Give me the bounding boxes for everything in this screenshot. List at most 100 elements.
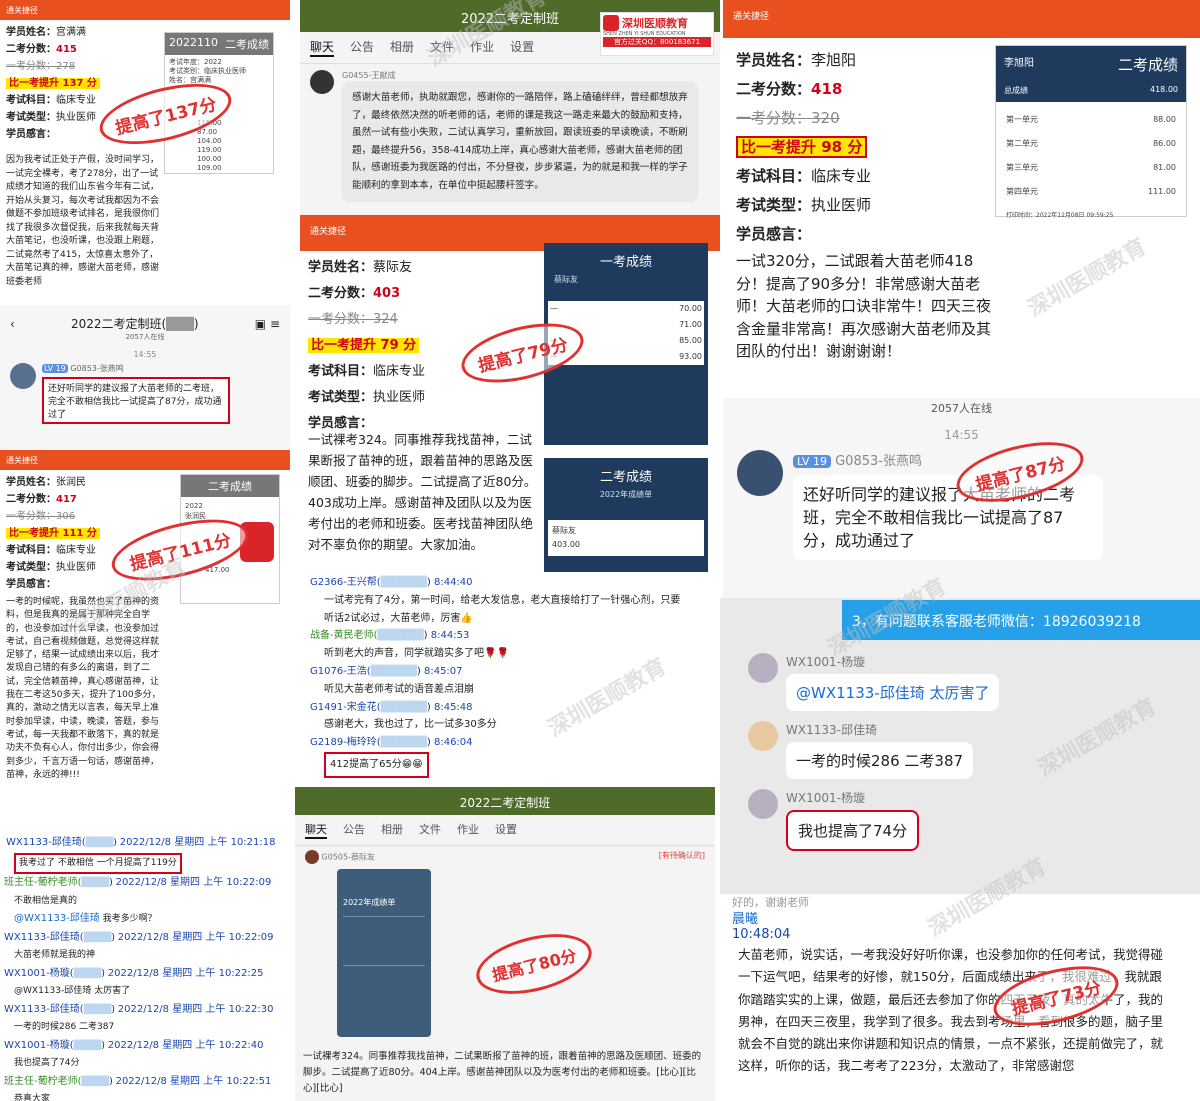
user-avatar bbox=[310, 70, 334, 94]
sender: G2366-王兴帮( bbox=[310, 577, 381, 588]
panel-chat-log-2: G2366-王兴帮(██████) 8:44:40 一试考完有了4分，第一时间，… bbox=[300, 572, 715, 784]
improvement-badge: 比一考提升 98 分 bbox=[736, 136, 868, 158]
exam-type: 执业医师 bbox=[373, 390, 426, 405]
score-phone-screenshot: 2022年成绩单 bbox=[337, 869, 431, 1037]
card-score: 119.00 bbox=[197, 146, 222, 154]
student-name: 宫满满 bbox=[56, 27, 86, 38]
chat-message: 还好听同学的建议报了大苗老师的二考班，完全不敢相信我比一试提高了87分，成功通过… bbox=[793, 475, 1103, 560]
tab-notice[interactable]: 公告 bbox=[350, 38, 374, 57]
card-total: 403.00 bbox=[552, 540, 580, 549]
exam-type: 执业医师 bbox=[56, 562, 96, 573]
message: 感谢老大，我也过了，比一试多30多分 bbox=[324, 719, 497, 731]
panel-group-chat-2: 2022二考定制班 聊天 公告 相册 文件 作业 设置 G0505-蔡际友 [有… bbox=[295, 787, 715, 1101]
second-score: 403 bbox=[373, 286, 401, 301]
card-score: 71.00 bbox=[679, 320, 702, 329]
panel-student-1: 通关捷径 学员姓名：宫满满 二考分数：415 一考分数：278 比一考提升 13… bbox=[0, 0, 290, 305]
message: 412提高了65分😁😁 bbox=[324, 751, 429, 778]
logo-text: 深圳医顺教育 bbox=[622, 17, 688, 30]
timestamp: 2022/12/8 星期四 上午 10:21:18 bbox=[119, 837, 276, 848]
first-score-label: 一考分数： bbox=[6, 511, 56, 522]
exam-type: 执业医师 bbox=[56, 112, 96, 123]
level-badge: LV 19 bbox=[42, 364, 68, 373]
tab-homework[interactable]: 作业 bbox=[457, 821, 479, 839]
total-score: 418.00 bbox=[1150, 85, 1178, 94]
sender: 班主任-葡柠老师( bbox=[4, 877, 82, 888]
chat-message: 还好听同学的建议报了大苗老师的二考班，完全不敢相信我比一试提高了87分，成功通过… bbox=[42, 377, 230, 424]
sender: WX1133-邱佳琦( bbox=[6, 837, 86, 848]
message: 恭喜大家 bbox=[14, 1094, 51, 1101]
tab-notice[interactable]: 公告 bbox=[343, 821, 365, 839]
pending-tag: [有待确认的] bbox=[658, 851, 705, 860]
sender: 班主任-葡柠老师( bbox=[4, 1075, 82, 1087]
card-id: 2022110 bbox=[169, 36, 218, 49]
mention: @WX1133-邱佳琦 bbox=[14, 913, 100, 924]
panel-header: 通关捷径 bbox=[723, 0, 1200, 38]
logo-qq: 官方过关QQ：800183671 bbox=[603, 37, 711, 47]
timestamp: 8:46:04 bbox=[433, 737, 473, 749]
tab-chat[interactable]: 聊天 bbox=[305, 821, 327, 839]
name-label: 学员姓名： bbox=[308, 260, 374, 275]
second-score-label: 二考分数： bbox=[736, 80, 812, 98]
second-score-card: 二考成绩 2022年成绩单 蔡际友 403.00 bbox=[544, 458, 708, 575]
user-name: G0455-王献成 bbox=[342, 71, 396, 80]
subject: 临床专业 bbox=[56, 545, 96, 556]
panel-header: 通关捷径 bbox=[0, 450, 290, 470]
user-avatar bbox=[748, 721, 778, 751]
tab-album[interactable]: 相册 bbox=[390, 38, 414, 57]
tab-files[interactable]: 文件 bbox=[430, 38, 454, 57]
message: 听到老大的声音，同学就踏实多了吧🌹🌹 bbox=[324, 648, 509, 660]
contact-banner: 3，有问题联系客服老师微信：18926039218 bbox=[842, 600, 1200, 640]
chat-time: 14:55 bbox=[944, 428, 979, 442]
print-date: 打印时间：2022年12月08日 09:59:25 bbox=[1006, 212, 1114, 219]
timestamp: 2022/12/8 星期四 上午 10:22:30 bbox=[117, 1003, 274, 1015]
bag-icon[interactable]: ▣ bbox=[255, 317, 266, 331]
chat-message: @WX1133-邱佳琦 太厉害了 bbox=[786, 674, 1000, 711]
score-card: 李旭阳 二考成绩 总成绩 418.00 第一单元 88.00 第二单元 86.00 第三… bbox=[995, 45, 1187, 219]
timestamp: 8:45:48 bbox=[433, 701, 473, 713]
timestamp: 2022/12/8 星期四 上午 10:22:25 bbox=[107, 967, 264, 979]
unit-score: 81.00 bbox=[1153, 163, 1176, 172]
first-score: 324 bbox=[373, 312, 398, 327]
card-score: 70.00 bbox=[679, 304, 702, 313]
second-score-label: 二考分数： bbox=[6, 44, 56, 55]
timestamp: 2022/12/8 星期四 上午 10:22:09 bbox=[115, 877, 272, 888]
tab-chat[interactable]: 聊天 bbox=[310, 38, 335, 57]
menu-icon[interactable]: ≡ bbox=[270, 317, 280, 331]
improvement-badge: 比一考提升 79 分 bbox=[308, 338, 420, 353]
subject: 临床专业 bbox=[373, 364, 426, 379]
sender: G1491-宋金花( bbox=[310, 701, 381, 713]
panel-student-6: 通关捷径 学员姓名：张润民 二考分数：417 一考分数：306 比一考提升 11… bbox=[0, 450, 290, 815]
sender: G2189-梅玲玲( bbox=[310, 737, 381, 749]
tab-files[interactable]: 文件 bbox=[419, 821, 441, 839]
user-name: 晨曦 bbox=[732, 912, 759, 927]
user-avatar bbox=[737, 450, 783, 496]
back-icon[interactable]: ‹ bbox=[10, 317, 15, 331]
group-title: 2022二考定制班( bbox=[70, 317, 167, 331]
testimonial: 因为我考试正处于产假，没时间学习，一试完全裸考，考了278分，出了一试成绩才知道… bbox=[6, 155, 160, 287]
tab-album[interactable]: 相册 bbox=[381, 821, 403, 839]
tab-settings[interactable]: 设置 bbox=[495, 821, 517, 839]
type-label: 考试类型： bbox=[6, 562, 56, 573]
unit-score: 88.00 bbox=[1153, 115, 1176, 124]
panel-chat-small: ‹ 2022二考定制班(███) ▣ ≡ 2057人在线 14:55 LV 19… bbox=[0, 305, 290, 450]
message: 我考多少啊？ bbox=[102, 914, 157, 924]
first-score: 320 bbox=[811, 109, 840, 127]
card-title: 一考成绩 bbox=[599, 255, 652, 270]
testimonial: 一考的时候呢，我虽然也买了苗神的资料，但是我真的是属于那种完全自学的，也没参加过… bbox=[6, 597, 161, 780]
online-count: 2057人在线 bbox=[125, 333, 165, 341]
chat-message: 一考的时候286 二考387 bbox=[786, 742, 974, 779]
panel-chat-3: 3，有问题联系客服老师微信：18926039218 WX1001-杨璇 @WX1… bbox=[720, 598, 1200, 894]
user-name: G0505-蔡际友 bbox=[321, 852, 375, 862]
tab-settings[interactable]: 设置 bbox=[510, 38, 534, 57]
user-name: WX1001-杨璇 bbox=[786, 655, 865, 669]
unit-score: 111.00 bbox=[1148, 187, 1176, 196]
card-header: 2022年成绩单 bbox=[599, 490, 653, 499]
user-name: WX1001-杨璇 bbox=[786, 791, 865, 805]
card-score: 87.00 bbox=[197, 128, 218, 136]
panel-chat-log: WX1133-邱佳琦(████) 2022/12/8 星期四 上午 10:21:… bbox=[0, 830, 290, 1101]
second-score-label: 二考分数： bbox=[6, 494, 56, 505]
improvement-stamp: 提高了80分 bbox=[470, 923, 598, 1005]
tab-homework[interactable]: 作业 bbox=[470, 38, 494, 57]
subject-label: 考试科目： bbox=[6, 545, 56, 556]
card-score: 100.00 bbox=[197, 155, 222, 163]
